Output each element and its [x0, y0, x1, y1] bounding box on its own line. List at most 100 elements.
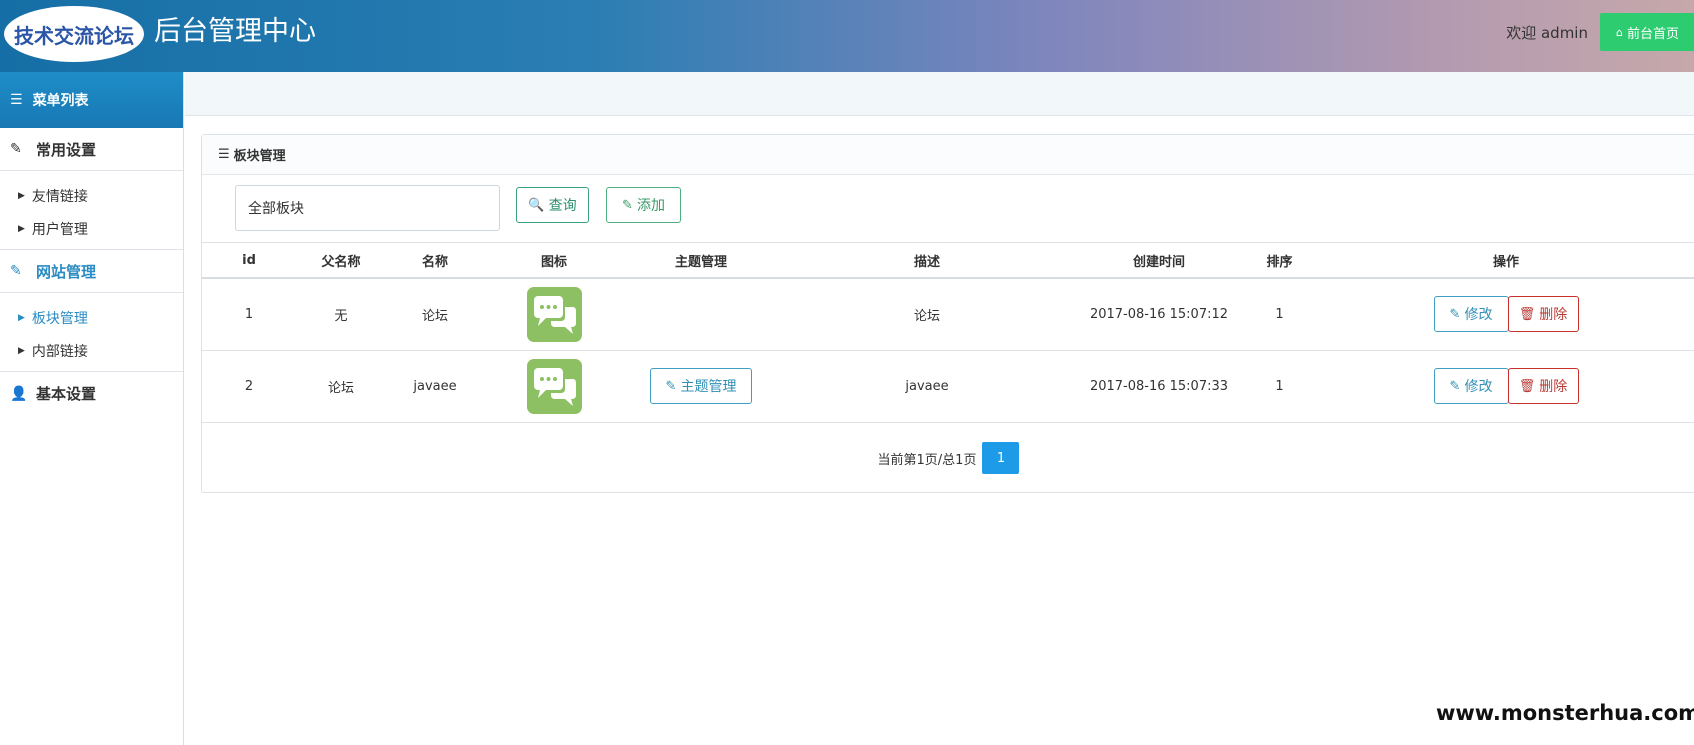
column-header: 排序 — [1242, 244, 1317, 279]
board-filter-select[interactable]: 全部板块 — [235, 185, 500, 231]
edit-label: 修改 — [1464, 379, 1493, 395]
sidebar-item-label: 内部链接 — [31, 343, 88, 360]
edit-button[interactable]: ✎ 修改 — [1433, 296, 1509, 333]
edit-button[interactable]: ✎ 修改 — [1433, 368, 1509, 404]
sidebar-group-site[interactable]: ✎ 网站管理 — [0, 250, 183, 293]
topic-management-button[interactable]: ✎ 主题管理 — [650, 368, 752, 404]
column-header: 操作 — [1317, 244, 1694, 279]
cell-parent: 无 — [296, 278, 386, 351]
board-management-panel: ☰ 板块管理 全部板块 🔍 查询 ✎ 添加 id 父名称 名称 图标 主题管理 … — [201, 134, 1694, 493]
cell-desc: javaee — [778, 350, 1076, 423]
chat-bubble-icon — [526, 286, 582, 342]
site-logo[interactable]: 技术交流论坛 — [4, 6, 144, 62]
panel-header: ☰ 板块管理 — [202, 135, 1694, 175]
delete-label: 删除 — [1539, 307, 1568, 324]
edit-icon: ✎ — [1449, 306, 1461, 322]
user-icon: 👤 — [10, 385, 28, 402]
delete-button[interactable]: 🗑 删除 — [1507, 368, 1579, 404]
content-topbar — [185, 72, 1694, 116]
cell-order: 1 — [1242, 278, 1317, 351]
page-number-button[interactable]: 1 — [982, 442, 1020, 474]
frontend-home-label: 前台首页 — [1626, 26, 1679, 42]
watermark: www.monsterhua.com — [1436, 701, 1694, 725]
cell-icon — [484, 278, 624, 351]
edit-icon: ✎ — [10, 263, 22, 279]
cell-created: 2017-08-16 15:07:12 — [1076, 278, 1242, 351]
cell-actions: ✎ 修改 🗑 删除 — [1317, 278, 1694, 351]
sidebar-item-boards[interactable]: ▶ 板块管理 — [0, 301, 183, 334]
column-header: 创建时间 — [1076, 244, 1242, 279]
caret-right-icon: ▶ — [18, 190, 25, 201]
sidebar-group-label: 常用设置 — [36, 140, 97, 159]
panel-toolbar: 全部板块 🔍 查询 ✎ 添加 — [202, 175, 1694, 243]
cell-id: 1 — [202, 278, 296, 351]
search-icon: 🔍 — [528, 197, 545, 213]
pagination: 当前第1页/总1页 1 — [202, 442, 1694, 474]
caret-right-icon: ▶ — [18, 223, 25, 234]
app-title: 后台管理中心 — [154, 16, 316, 47]
list-icon: ☰ — [218, 147, 230, 162]
cell-order: 1 — [1242, 350, 1317, 423]
sidebar-group-basic[interactable]: 👤 基本设置 — [0, 372, 183, 415]
cell-topic-management: ✎ 主题管理 — [624, 350, 778, 423]
cell-desc: 论坛 — [778, 278, 1076, 351]
list-icon: ☰ — [10, 92, 23, 108]
sidebar-item-links[interactable]: ▶ 友情链接 — [0, 179, 183, 212]
menu-list-header: ☰ 菜单列表 — [0, 72, 183, 128]
column-header: 父名称 — [296, 244, 386, 279]
header-bar: 技术交流论坛 后台管理中心 欢迎 admin ⌂ 前台首页 — [0, 0, 1694, 72]
column-header: 主题管理 — [624, 244, 778, 279]
caret-right-icon: ▶ — [18, 345, 25, 356]
table-row: 2 论坛 javaee ✎ 主题管理 javaee 2017-08-16 15:… — [202, 350, 1694, 423]
caret-right-icon: ▶ — [18, 312, 25, 323]
query-button[interactable]: 🔍 查询 — [516, 187, 589, 223]
home-icon: ⌂ — [1616, 25, 1623, 39]
edit-icon: ✎ — [622, 197, 633, 213]
edit-icon: ✎ — [1449, 378, 1461, 394]
sidebar-item-users[interactable]: ▶ 用户管理 — [0, 212, 183, 245]
sidebar-item-internal-links[interactable]: ▶ 内部链接 — [0, 334, 183, 367]
topic-management-label: 主题管理 — [680, 379, 737, 395]
sidebar-item-label: 友情链接 — [31, 188, 88, 205]
cell-id: 2 — [202, 350, 296, 423]
menu-list-title: 菜单列表 — [32, 93, 89, 109]
welcome-text: 欢迎 admin — [1506, 24, 1588, 42]
sidebar-item-label: 用户管理 — [31, 221, 88, 238]
add-label: 添加 — [636, 198, 665, 214]
column-header: id — [202, 244, 296, 279]
table-header-row: id 父名称 名称 图标 主题管理 描述 创建时间 排序 操作 — [202, 244, 1694, 279]
query-label: 查询 — [548, 198, 577, 214]
trash-icon: 🗑 — [1518, 306, 1536, 322]
column-header: 图标 — [484, 244, 624, 279]
cell-topic-management — [624, 278, 778, 351]
cell-created: 2017-08-16 15:07:33 — [1076, 350, 1242, 423]
delete-button[interactable]: 🗑 删除 — [1507, 296, 1579, 333]
column-header: 名称 — [386, 244, 484, 279]
table-row: 1 无 论坛 论坛 2017-08-16 15:07:12 1 ✎ 修改 🗑 删… — [202, 278, 1694, 351]
sidebar-group-label: 基本设置 — [36, 385, 97, 403]
frontend-home-button[interactable]: ⌂ 前台首页 — [1600, 13, 1694, 51]
sidebar: ☰ 菜单列表 ✎ 常用设置 ▶ 友情链接 ▶ 用户管理 ✎ 网站管理 ▶ 板块管… — [0, 72, 184, 745]
cell-icon — [484, 350, 624, 423]
board-table: id 父名称 名称 图标 主题管理 描述 创建时间 排序 操作 1 无 论坛 论… — [202, 244, 1694, 423]
delete-label: 删除 — [1539, 379, 1568, 395]
edit-icon: ✎ — [665, 378, 677, 394]
chat-bubble-svg — [533, 367, 576, 406]
sidebar-item-label: 板块管理 — [31, 310, 88, 327]
pagination-status: 当前第1页/总1页 — [877, 452, 977, 468]
chat-bubble-svg — [533, 295, 576, 334]
cell-name: javaee — [386, 350, 484, 423]
sidebar-sublist-common: ▶ 友情链接 ▶ 用户管理 — [0, 171, 183, 250]
column-header: 描述 — [778, 244, 1076, 279]
edit-label: 修改 — [1464, 307, 1493, 324]
cell-actions: ✎ 修改 🗑 删除 — [1317, 350, 1694, 423]
cell-name: 论坛 — [386, 278, 484, 351]
panel-title: 板块管理 — [233, 149, 286, 164]
sidebar-group-common[interactable]: ✎ 常用设置 — [0, 128, 183, 171]
cell-parent: 论坛 — [296, 350, 386, 423]
edit-icon: ✎ — [10, 141, 22, 157]
trash-icon: 🗑 — [1518, 378, 1536, 394]
chat-bubble-icon — [526, 358, 582, 414]
sidebar-sublist-site: ▶ 板块管理 ▶ 内部链接 — [0, 293, 183, 372]
add-button[interactable]: ✎ 添加 — [606, 187, 681, 223]
